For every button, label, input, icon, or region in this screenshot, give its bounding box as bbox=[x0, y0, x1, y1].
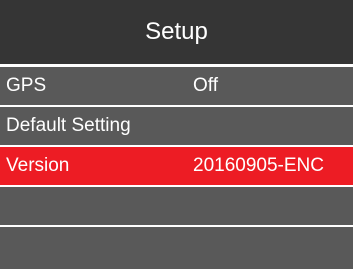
menu-item-default-setting[interactable]: Default Setting bbox=[0, 107, 353, 145]
menu-item-label: GPS bbox=[6, 75, 47, 96]
menu-item-empty bbox=[0, 227, 353, 269]
menu-item-label: Default Setting bbox=[6, 115, 131, 136]
menu-item-value: 20160905-ENC bbox=[193, 155, 324, 176]
page-title-text: Setup bbox=[145, 18, 208, 45]
menu-item-version[interactable]: Version 20160905-ENC bbox=[0, 147, 353, 185]
menu-item-gps[interactable]: GPS Off bbox=[0, 67, 353, 105]
setup-screen: Setup GPS Off Default Setting Version 20… bbox=[0, 0, 353, 269]
page-title: Setup bbox=[0, 0, 353, 64]
menu-item-empty bbox=[0, 187, 353, 225]
menu-item-value: Off bbox=[193, 75, 218, 96]
menu-item-label: Version bbox=[6, 155, 70, 176]
